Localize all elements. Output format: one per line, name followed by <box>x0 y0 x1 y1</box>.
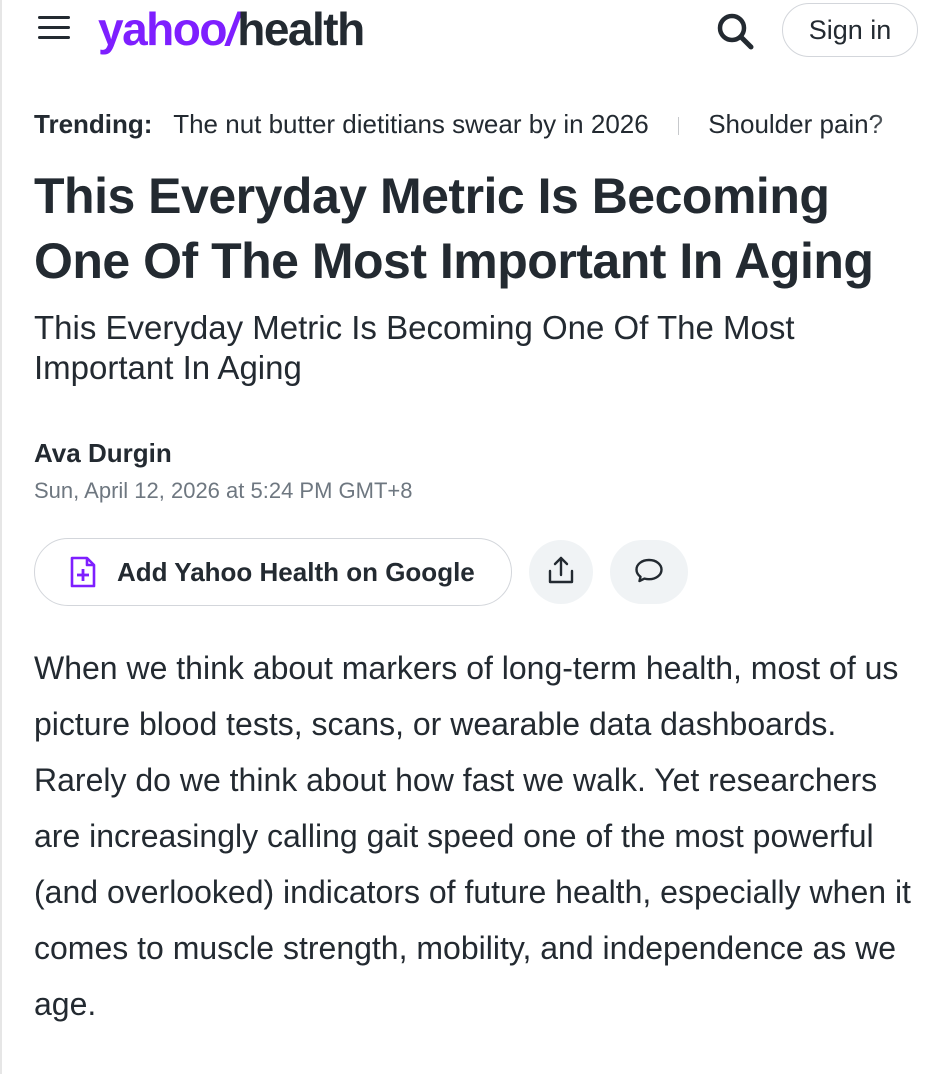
yahoo-health-logo[interactable]: yahoo/health <box>98 2 365 56</box>
logo-excl: / <box>225 3 239 55</box>
trending-separator <box>677 117 679 136</box>
search-icon[interactable] <box>714 10 756 52</box>
logo-brand: yahoo <box>98 3 227 55</box>
article-subtitle: This Everyday Metric Is Becoming One Of … <box>34 309 795 386</box>
article-paragraph: When we think about markers of long-term… <box>34 650 911 1022</box>
trending-fade <box>868 104 926 144</box>
share-button[interactable] <box>529 540 593 604</box>
share-icon <box>545 554 577 591</box>
publish-date: Sun, April 12, 2026 at 5:24 PM GMT+8 <box>34 478 413 503</box>
add-on-google-label: Add Yahoo Health on Google <box>117 556 475 587</box>
document-plus-icon <box>69 556 97 588</box>
site-header: yahoo/health Sign in <box>2 0 926 62</box>
trending-link-2[interactable]: Shoulder pain? <box>708 109 883 139</box>
author-name[interactable]: Ava Durgin <box>34 438 172 469</box>
trending-bar: Trending: The nut butter dietitians swea… <box>34 104 926 144</box>
add-on-google-button[interactable]: Add Yahoo Health on Google <box>34 538 512 606</box>
logo-section: health <box>237 3 365 55</box>
hamburger-menu-icon[interactable] <box>38 16 70 42</box>
comment-icon <box>633 555 665 590</box>
comments-button[interactable] <box>610 540 688 604</box>
sign-in-button[interactable]: Sign in <box>782 3 918 57</box>
trending-label: Trending: <box>34 109 153 139</box>
page: yahoo/health Sign in Trending: The nut b… <box>0 0 926 1074</box>
trending-link-1[interactable]: The nut butter dietitians swear by in 20… <box>173 109 649 139</box>
article-title: This Everyday Metric Is Becoming One Of … <box>34 168 874 289</box>
